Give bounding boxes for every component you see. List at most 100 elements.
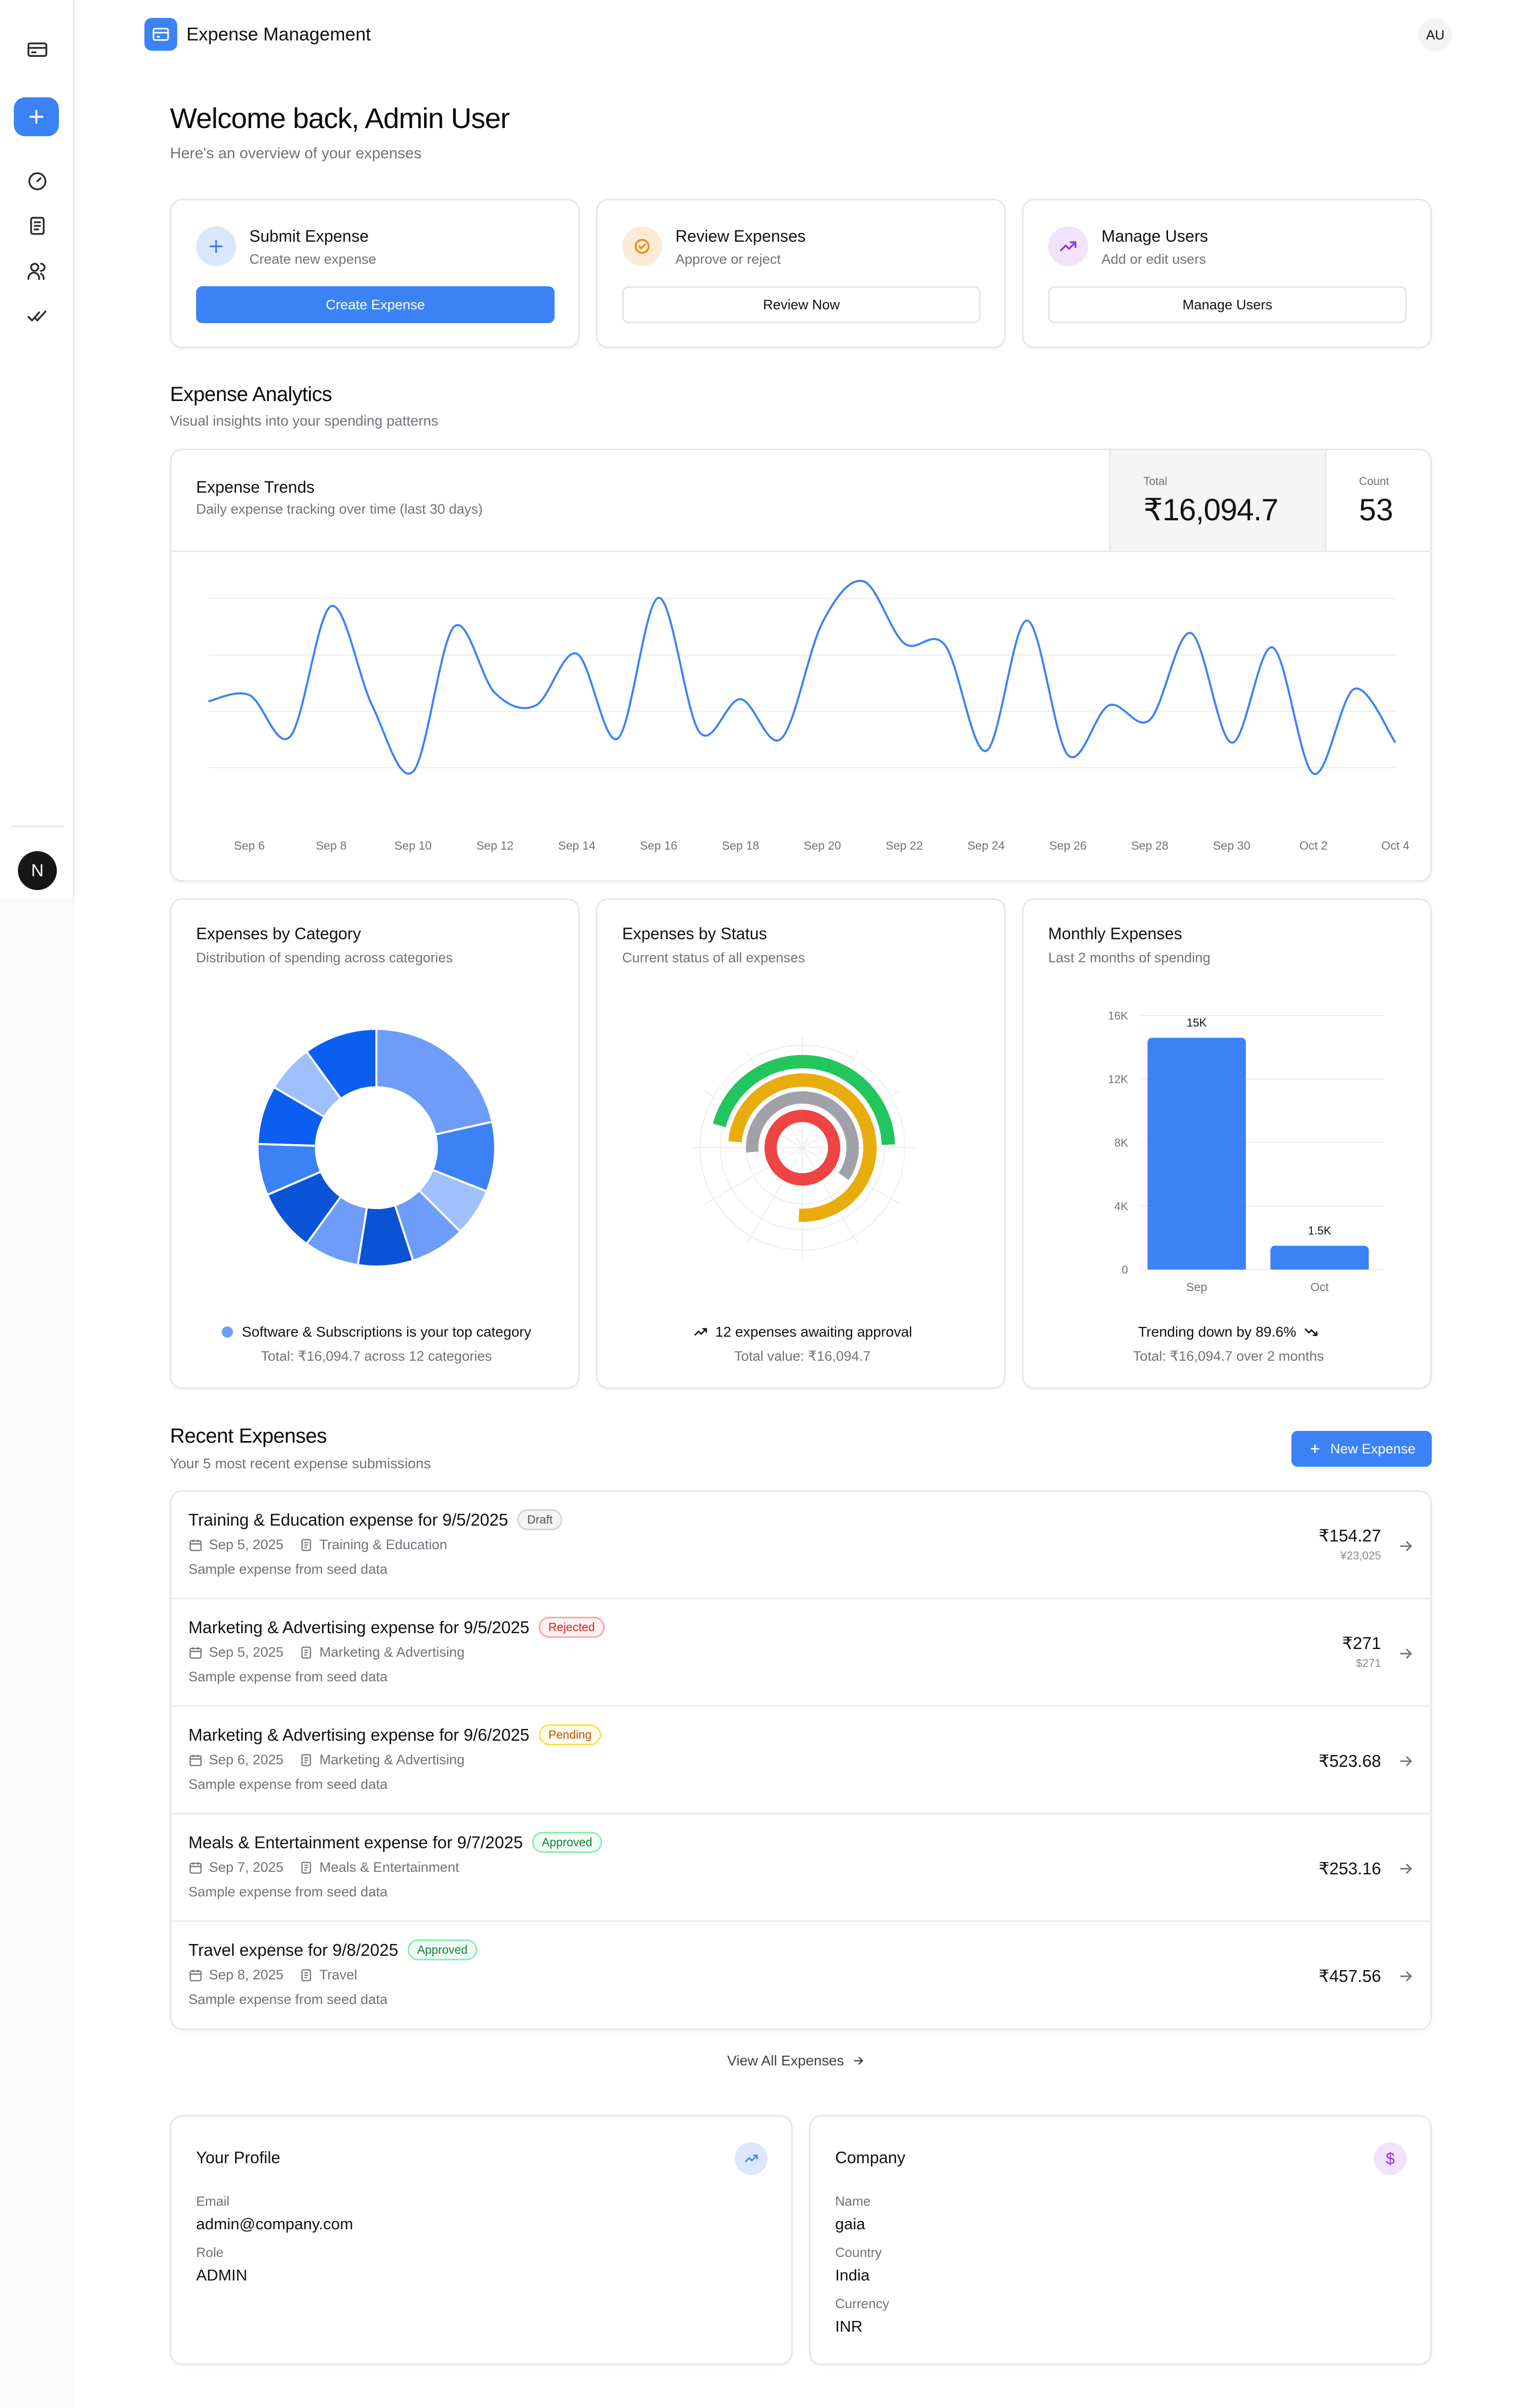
expense-category: Marketing & Advertising — [319, 1752, 465, 1767]
card-subtitle: Create new expense — [249, 251, 376, 267]
expense-row[interactable]: Training & Education expense for 9/5/202… — [172, 1492, 1430, 1599]
app-logo — [144, 18, 177, 51]
footer-avatar[interactable]: N — [18, 851, 57, 890]
recent-subtitle: Your 5 most recent expense submissions — [170, 1455, 431, 1471]
pie-slice — [375, 1027, 494, 1136]
arrow-right-icon[interactable] — [1396, 1644, 1415, 1663]
category-summary: Software & Subscriptions is your top cat… — [172, 1324, 581, 1340]
company-title: Company — [835, 2148, 905, 2167]
x-tick-label: Sep 10 — [394, 839, 432, 852]
expense-title: Meals & Entertainment expense for 9/7/20… — [188, 1831, 602, 1854]
submit-expense-card: Submit Expense Create new expense Create… — [170, 199, 580, 348]
category-card: Expenses by Category Distribution of spe… — [170, 898, 580, 1389]
sidebar-gutter — [0, 897, 75, 2408]
email-value: admin@company.com — [196, 2215, 353, 2233]
calendar-icon — [189, 1970, 202, 1981]
y-tick-label: 8K — [1114, 1136, 1128, 1149]
profile-title: Your Profile — [196, 2148, 281, 2167]
profile-card: Your Profile Email admin@company.com Rol… — [170, 2115, 793, 2365]
y-tick-label: 4K — [1114, 1200, 1128, 1213]
bar-data-label: 15K — [1186, 1016, 1206, 1029]
category-total-line: Total: ₹16,094.7 across 12 categories — [261, 1348, 492, 1364]
manage-users-button[interactable]: Manage Users — [1048, 286, 1407, 323]
check-circle-icon — [622, 226, 662, 266]
expense-row[interactable]: Travel expense for 9/8/2025 Approved Sep … — [172, 1922, 1430, 2029]
receipt-icon — [301, 1646, 311, 1659]
status-badge: Approved — [407, 1939, 478, 1960]
user-avatar[interactable]: AU — [1418, 18, 1452, 52]
review-now-button[interactable]: Review Now — [622, 286, 981, 323]
bar — [1270, 1245, 1369, 1270]
x-tick-label: Oct — [1310, 1280, 1329, 1294]
monthly-card: Monthly Expenses Last 2 months of spendi… — [1022, 898, 1432, 1389]
x-tick-label: Sep 20 — [804, 839, 841, 852]
new-expense-label: New Expense — [1330, 1441, 1416, 1456]
x-tick-label: Sep 8 — [316, 839, 347, 852]
arrow-right-icon[interactable] — [1396, 1537, 1415, 1555]
users-icon[interactable] — [24, 257, 51, 285]
plus-icon — [1310, 1444, 1319, 1453]
monthly-total-line: Total: ₹16,094.7 over 2 months — [1133, 1348, 1324, 1364]
new-expense-button[interactable]: New Expense — [1291, 1431, 1432, 1467]
expense-row[interactable]: Meals & Entertainment expense for 9/7/20… — [172, 1814, 1430, 1922]
status-summary: 12 expenses awaiting approval — [598, 1324, 1007, 1340]
category-top-line: Software & Subscriptions is your top cat… — [242, 1324, 532, 1340]
status-total-line: Total value: ₹16,094.7 — [734, 1348, 871, 1364]
x-tick-label: Sep 24 — [967, 839, 1005, 852]
sidebar-divider — [10, 826, 63, 827]
status-badge: Rejected — [538, 1616, 605, 1638]
calendar-icon — [189, 1755, 202, 1766]
company-country: India — [835, 2266, 870, 2284]
status-badge: Pending — [538, 1724, 602, 1745]
expense-description: Sample expense from seed data — [188, 1777, 388, 1792]
manage-users-card: Manage Users Add or edit users Manage Us… — [1022, 199, 1432, 348]
x-tick-label: Sep 12 — [476, 839, 514, 852]
expense-title: Training & Education expense for 9/5/202… — [188, 1509, 563, 1532]
expense-meta: Sep 5, 2025 Marketing & Advertising — [188, 1644, 464, 1660]
category-donut-chart — [257, 1027, 496, 1268]
create-expense-button[interactable]: Create Expense — [196, 286, 555, 323]
view-all-expenses-link[interactable]: View All Expenses — [727, 2053, 865, 2069]
arrow-right-icon[interactable] — [1396, 1860, 1415, 1878]
trend-line — [208, 580, 1396, 775]
y-tick-label: 0 — [1122, 1263, 1128, 1276]
expense-category: Meals & Entertainment — [319, 1860, 459, 1875]
expense-row[interactable]: Marketing & Advertising expense for 9/6/… — [172, 1707, 1430, 1814]
y-tick-label: 16K — [1108, 1009, 1128, 1022]
expense-meta: Sep 6, 2025 Marketing & Advertising — [188, 1752, 464, 1768]
y-tick-label: 12K — [1108, 1073, 1128, 1086]
expense-description: Sample expense from seed data — [188, 1669, 388, 1684]
status-badge: Draft — [517, 1509, 563, 1530]
currency-label: Currency — [835, 2296, 889, 2311]
country-label: Country — [835, 2245, 882, 2260]
expense-title: Marketing & Advertising expense for 9/6/… — [188, 1724, 602, 1747]
status-badge: Approved — [532, 1831, 602, 1853]
card-subtitle: Add or edit users — [1101, 251, 1206, 267]
legend-dot — [221, 1326, 233, 1338]
recent-title: Recent Expenses — [170, 1425, 327, 1447]
app-title: Expense Management — [186, 24, 371, 45]
receipt-icon[interactable] — [24, 212, 51, 240]
arrow-right-icon[interactable] — [1396, 1967, 1415, 1985]
company-currency: INR — [835, 2317, 863, 2335]
expense-amount: ₹523.68 — [1319, 1751, 1381, 1770]
sidebar: N — [0, 0, 75, 897]
arrow-right-icon[interactable] — [1396, 1752, 1415, 1770]
trending-up-icon — [735, 2142, 768, 2175]
company-card: Company $ Name gaia Country India Curren… — [809, 2115, 1432, 2365]
review-expenses-card: Review Expenses Approve or reject Review… — [596, 199, 1006, 348]
expense-row[interactable]: Marketing & Advertising expense for 9/5/… — [172, 1599, 1430, 1707]
expense-category: Training & Education — [319, 1537, 448, 1552]
expense-trends-card: Expense Trends Daily expense tracking ov… — [170, 449, 1432, 882]
card-title: Review Expenses — [675, 227, 806, 245]
check-check-icon[interactable] — [24, 302, 51, 330]
calendar-icon — [189, 1539, 202, 1551]
name-label: Name — [835, 2193, 871, 2209]
credit-card-icon[interactable] — [24, 36, 51, 64]
expense-amount: ₹253.16 — [1319, 1859, 1381, 1878]
gauge-icon[interactable] — [24, 167, 51, 195]
sidebar-new-button[interactable] — [14, 97, 59, 136]
receipt-icon — [301, 1754, 311, 1766]
receipt-icon — [301, 1538, 311, 1551]
status-top-line: 12 expenses awaiting approval — [715, 1324, 912, 1340]
